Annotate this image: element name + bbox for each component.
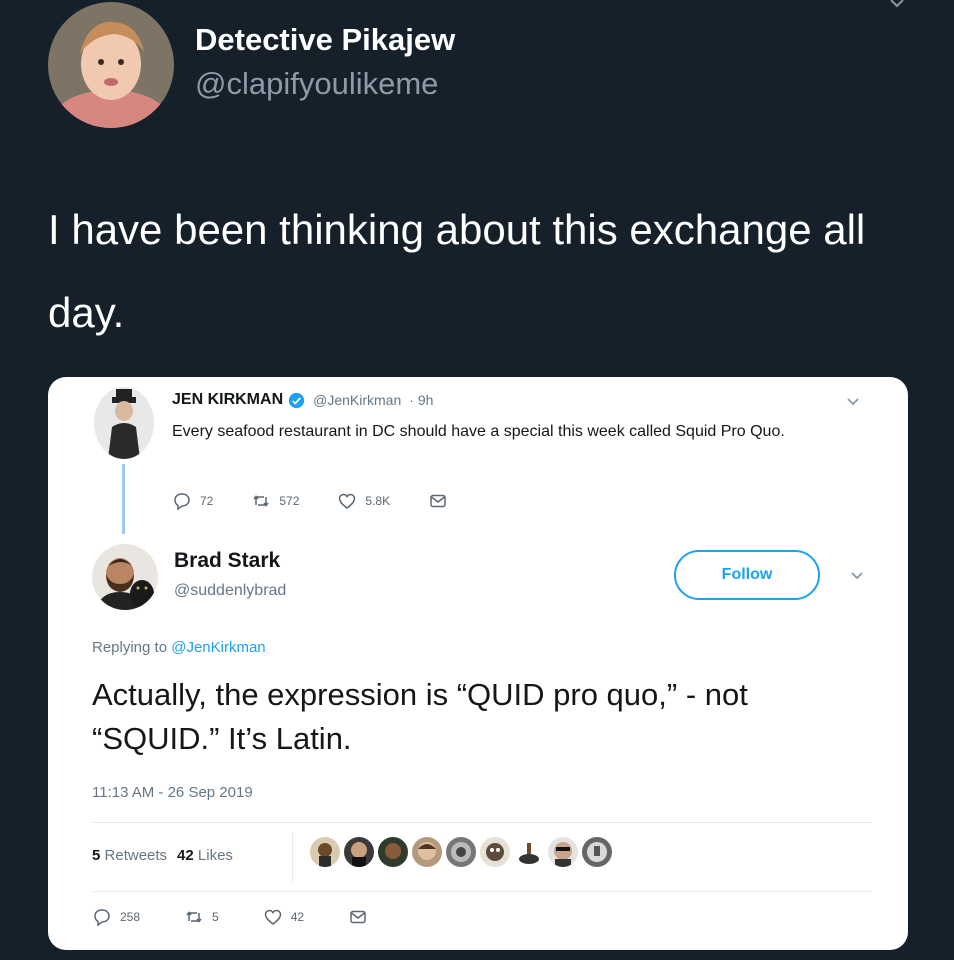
chevron-down-icon[interactable] — [850, 569, 864, 583]
like-count: 42 — [290, 910, 305, 924]
liker-avatar[interactable] — [446, 837, 476, 867]
reply-action[interactable]: 258 — [92, 907, 140, 927]
author-handle[interactable]: @suddenlybrad — [174, 582, 286, 600]
reply-count: 258 — [120, 910, 141, 924]
like-action[interactable]: 42 — [263, 907, 304, 927]
divider — [292, 832, 293, 882]
avatar[interactable] — [48, 2, 174, 128]
liker-avatar[interactable] — [480, 837, 510, 867]
retweet-action[interactable]: 5 — [184, 907, 219, 927]
follow-button[interactable]: Follow — [674, 550, 820, 600]
author-name[interactable]: Brad Stark — [174, 549, 280, 573]
author-handle[interactable]: @clapifyoulikeme — [195, 66, 438, 102]
like-icon — [339, 493, 356, 509]
engagement-stats: 5 Retweets 42 Likes — [92, 847, 233, 864]
thread-line — [122, 464, 125, 534]
replying-prefix: Replying to — [92, 639, 168, 656]
liker-avatar[interactable] — [412, 837, 442, 867]
avatar[interactable] — [92, 544, 158, 610]
reply-icon — [94, 909, 110, 927]
retweet-icon — [253, 495, 269, 507]
reply-text: Actually, the expression is “QUID pro qu… — [92, 677, 748, 756]
divider — [92, 891, 872, 892]
liker-avatar[interactable] — [548, 837, 578, 867]
like-action[interactable]: 5.8K — [337, 491, 390, 511]
message-action[interactable] — [428, 491, 448, 511]
tweet-header: JEN KIRKMAN @JenKirkman · 9h — [172, 391, 433, 409]
tweet-actions: 72 572 5.8K — [172, 491, 486, 511]
likes-stat[interactable]: 42 Likes — [177, 847, 233, 864]
author-name[interactable]: JEN KIRKMAN — [172, 391, 283, 409]
tweet-actions: 258 5 42 — [92, 907, 412, 927]
reply-icon — [174, 493, 190, 511]
author-name[interactable]: Detective Pikajew — [195, 22, 455, 58]
liker-avatar[interactable] — [514, 837, 544, 867]
reply-action[interactable]: 72 — [172, 491, 213, 511]
author-handle[interactable]: @JenKirkman — [313, 392, 401, 408]
retweet-icon — [186, 911, 202, 923]
avatar[interactable] — [94, 387, 154, 459]
liker-avatars — [310, 837, 612, 867]
reply-count: 72 — [200, 494, 214, 508]
like-icon — [264, 909, 281, 925]
mention-link[interactable]: @JenKirkman — [171, 639, 265, 656]
liker-avatar[interactable] — [378, 837, 408, 867]
retweet-count: 572 — [279, 494, 300, 508]
verified-icon — [288, 392, 305, 408]
retweet-count: 5 — [212, 910, 219, 924]
tweet-text: I have been thinking about this exchange… — [48, 206, 866, 336]
tweet-time: · 9h — [409, 392, 434, 408]
quoted-card: JEN KIRKMAN @JenKirkman · 9h Every seafo… — [48, 377, 908, 950]
message-icon — [350, 910, 366, 924]
chevron-down-icon[interactable] — [888, 0, 906, 12]
retweet-action[interactable]: 572 — [251, 491, 299, 511]
chevron-down-icon[interactable] — [846, 395, 860, 409]
tweet-text: Every seafood restaurant in DC should ha… — [172, 423, 785, 440]
retweets-stat[interactable]: 5 Retweets — [92, 847, 167, 864]
message-action[interactable] — [348, 907, 368, 927]
liker-avatar[interactable] — [310, 837, 340, 867]
liker-avatar[interactable] — [344, 837, 374, 867]
timestamp[interactable]: 11:13 AM - 26 Sep 2019 — [92, 784, 253, 801]
liker-avatar[interactable] — [582, 837, 612, 867]
replying-to: Replying to @JenKirkman — [92, 639, 266, 656]
like-count: 5.8K — [365, 494, 391, 508]
divider — [92, 822, 872, 823]
message-icon — [430, 494, 446, 508]
